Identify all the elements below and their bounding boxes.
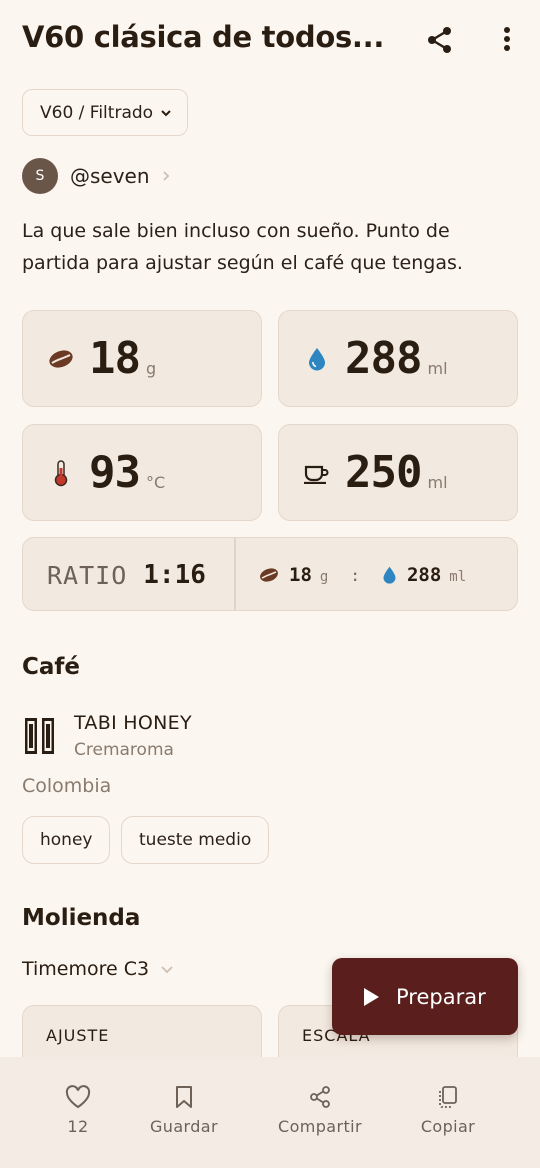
ratio-card: RATIO 1:16 18 g : 288 ml	[22, 537, 518, 611]
bookmark-icon	[176, 1086, 192, 1108]
ratio-water-value: 288	[406, 564, 442, 586]
coffee-item[interactable]: TABI HONEY Cremaroma	[22, 712, 192, 760]
share-label: Compartir	[278, 1117, 362, 1136]
thermometer-icon	[47, 459, 75, 487]
water-unit: ml	[427, 359, 448, 378]
recipe-description: La que sale bien incluso con sueño. Punt…	[22, 220, 463, 274]
save-label: Guardar	[150, 1117, 218, 1136]
coffee-origin: Colombia	[22, 775, 112, 797]
water-drop-icon	[383, 566, 396, 584]
temperature-value: 93	[89, 447, 141, 498]
chevron-down-icon	[161, 109, 171, 116]
molienda-section-title: Molienda	[22, 905, 141, 931]
water-card: 288 ml	[278, 310, 518, 407]
ratio-coffee-value: 18	[289, 564, 312, 586]
tag-chip[interactable]: tueste medio	[121, 816, 270, 864]
ratio-coffee-unit: g	[319, 569, 329, 585]
coffee-cup-icon	[303, 459, 331, 487]
roaster-logo	[22, 716, 58, 756]
more-vertical-icon[interactable]	[494, 24, 520, 56]
app-header: V60 clásica de todos...	[0, 0, 540, 84]
prepare-label: Preparar	[396, 984, 486, 1009]
grinder-name: Timemore C3	[22, 958, 150, 980]
coffee-bean-icon	[47, 345, 75, 373]
divider	[234, 538, 236, 610]
temperature-card: 93 °C	[22, 424, 262, 521]
method-label: V60 / Filtrado	[40, 102, 154, 123]
avatar: S	[22, 158, 58, 194]
coffee-dose-card: 18 g	[22, 310, 262, 407]
method-dropdown[interactable]: V60 / Filtrado	[22, 89, 188, 136]
chevron-right-icon	[162, 171, 169, 181]
like-button[interactable]: 12	[38, 1057, 118, 1168]
share-icon[interactable]	[424, 24, 456, 56]
yield-unit: ml	[427, 473, 448, 492]
coffee-dose-value: 18	[89, 333, 141, 384]
water-value: 288	[345, 333, 422, 384]
ratio-value: 1:16	[143, 560, 206, 590]
coffee-roaster: Cremaroma	[74, 740, 174, 760]
coffee-name: TABI HONEY	[74, 712, 192, 734]
ratio-separator: :	[350, 565, 360, 585]
grinder-selector[interactable]: Timemore C3	[22, 958, 175, 980]
prepare-button[interactable]: Preparar	[332, 958, 518, 1035]
save-button[interactable]: Guardar	[144, 1057, 224, 1168]
bottom-action-bar: 12 Guardar Compartir Copiar	[0, 1057, 540, 1168]
coffee-dose-unit: g	[145, 359, 157, 378]
copy-label: Copiar	[420, 1117, 476, 1136]
author-link[interactable]: S @seven	[22, 157, 172, 195]
share-button[interactable]: Compartir	[270, 1057, 370, 1168]
page-title: V60 clásica de todos...	[22, 20, 385, 54]
ratio-water-unit: ml	[449, 569, 467, 585]
tag-chip[interactable]: honey	[22, 816, 111, 864]
coffee-bean-icon	[260, 568, 278, 582]
temperature-unit: °C	[145, 473, 166, 492]
ratio-label: RATIO	[47, 560, 128, 590]
yield-value: 250	[345, 447, 422, 498]
like-count: 12	[67, 1117, 89, 1136]
water-drop-icon	[303, 345, 331, 373]
heart-icon	[65, 1085, 91, 1109]
share-icon	[310, 1086, 330, 1108]
cafe-section-title: Café	[22, 654, 81, 680]
copy-icon	[439, 1086, 457, 1108]
play-icon	[364, 987, 379, 1006]
author-handle: @seven	[70, 164, 150, 188]
yield-card: 250 ml	[278, 424, 518, 521]
setting-label: AJUSTE	[46, 1026, 110, 1045]
copy-button[interactable]: Copiar	[408, 1057, 488, 1168]
chevron-down-icon	[161, 966, 173, 974]
